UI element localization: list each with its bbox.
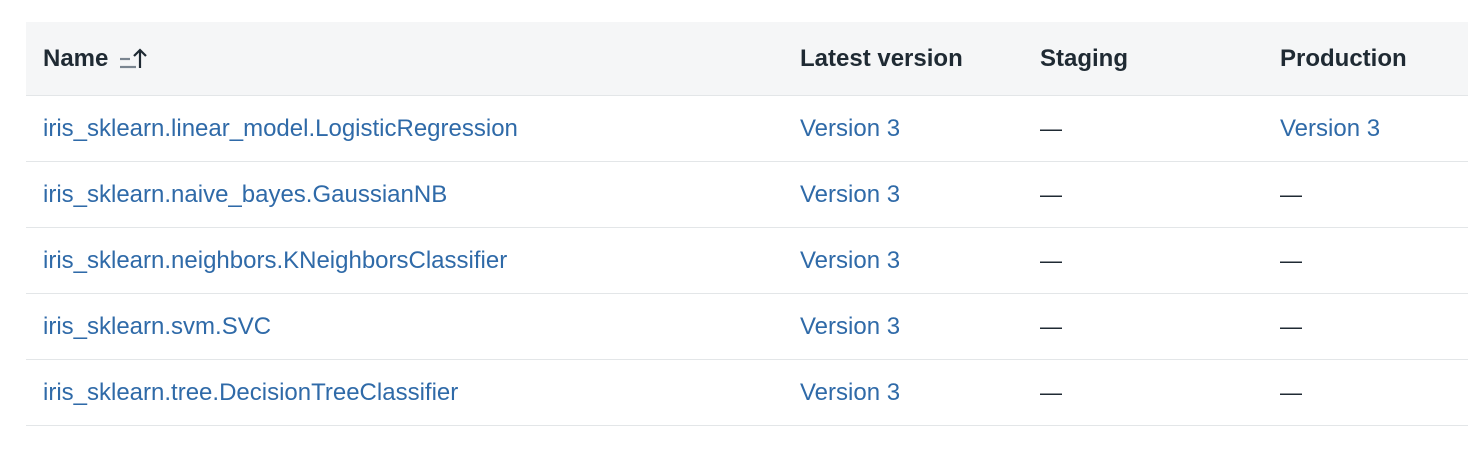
table-row: iris_sklearn.tree.DecisionTreeClassifier… — [26, 360, 1468, 426]
model-name-link[interactable]: iris_sklearn.linear_model.LogisticRegres… — [43, 115, 518, 143]
table-row: iris_sklearn.svm.SVC Version 3 — — — [26, 294, 1468, 360]
latest-version-link[interactable]: Version 3 — [800, 313, 900, 341]
latest-version-link[interactable]: Version 3 — [800, 115, 900, 143]
table-row: iris_sklearn.linear_model.LogisticRegres… — [26, 96, 1468, 162]
latest-version-link[interactable]: Version 3 — [800, 379, 900, 407]
staging-value: — — [1040, 313, 1062, 339]
production-version-link[interactable]: Version 3 — [1280, 115, 1380, 143]
header-name[interactable]: Name — [43, 22, 150, 95]
model-name-link[interactable]: iris_sklearn.neighbors.KNeighborsClassif… — [43, 247, 507, 275]
header-staging: Staging — [1040, 44, 1128, 72]
production-value: — — [1280, 181, 1302, 207]
production-value: — — [1280, 313, 1302, 339]
model-name-link[interactable]: iris_sklearn.tree.DecisionTreeClassifier — [43, 379, 458, 407]
header-name-label: Name — [43, 44, 109, 72]
staging-value: — — [1040, 379, 1062, 405]
staging-value: — — [1040, 115, 1062, 141]
sort-ascending-icon[interactable] — [118, 46, 150, 72]
staging-value: — — [1040, 247, 1062, 273]
production-value: — — [1280, 379, 1302, 405]
header-latest-version: Latest version — [800, 44, 963, 72]
staging-value: — — [1040, 181, 1062, 207]
table-row: iris_sklearn.naive_bayes.GaussianNB Vers… — [26, 162, 1468, 228]
model-name-link[interactable]: iris_sklearn.svm.SVC — [43, 313, 271, 341]
table-row: iris_sklearn.neighbors.KNeighborsClassif… — [26, 228, 1468, 294]
table-header-row: Name Latest version Staging Production — [26, 22, 1468, 96]
registered-models-table: Name Latest version Staging Production i… — [26, 22, 1468, 426]
latest-version-link[interactable]: Version 3 — [800, 247, 900, 275]
header-production: Production — [1280, 44, 1407, 72]
latest-version-link[interactable]: Version 3 — [800, 181, 900, 209]
model-name-link[interactable]: iris_sklearn.naive_bayes.GaussianNB — [43, 181, 447, 209]
production-value: — — [1280, 247, 1302, 273]
